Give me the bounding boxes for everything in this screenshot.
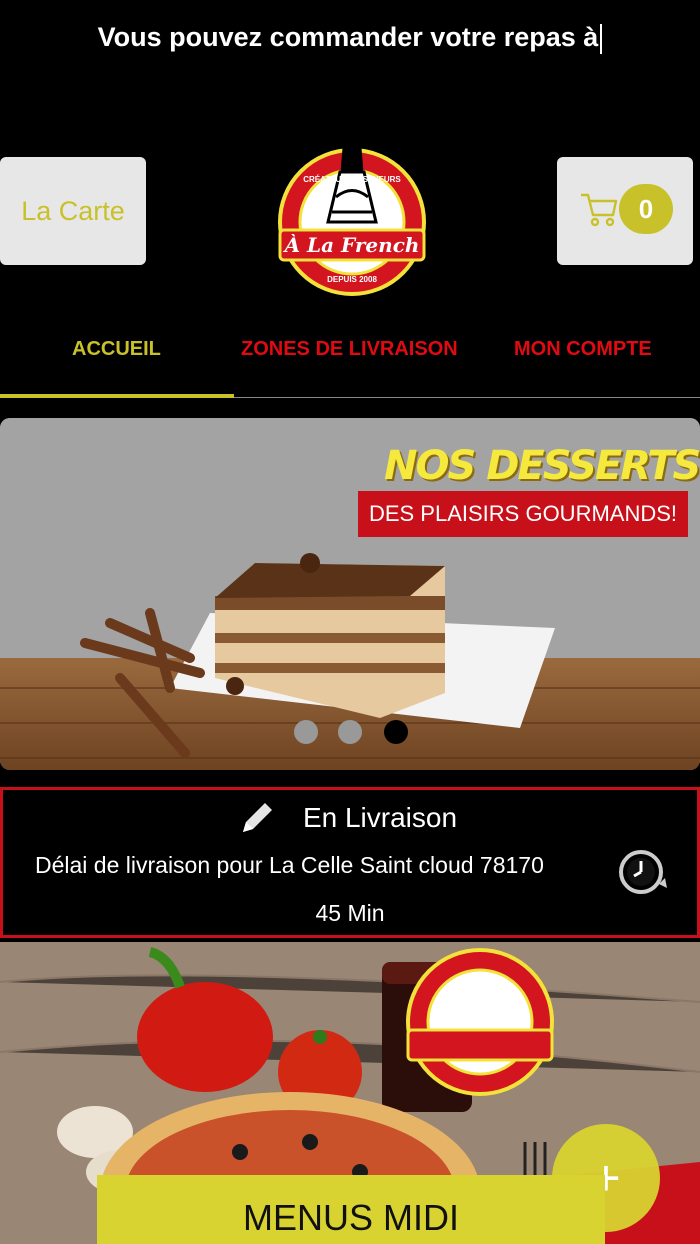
dessert-banner-carousel[interactable]: NOS DESSERTS DES PLAISIRS GOURMANDS! <box>0 418 700 770</box>
active-tab-indicator <box>0 394 234 398</box>
cart-count-badge: 0 <box>619 184 673 234</box>
logo-bottom-text: DEPUIS 2008 <box>327 275 377 284</box>
menus-midi-label[interactable]: MENUS MIDI <box>97 1175 605 1244</box>
tab-zones-de-livraison[interactable]: ZONES DE LIVRAISON <box>241 338 458 361</box>
carousel-dots <box>290 720 420 746</box>
clock-icon <box>619 850 667 894</box>
main-nav-tabs: ACCUEIL ZONES DE LIVRAISON MON COMPTE <box>0 322 700 398</box>
carousel-dot-2[interactable] <box>338 720 362 744</box>
delivery-delay-text: Délai de livraison pour La Celle Saint c… <box>35 852 544 878</box>
la-carte-button[interactable]: La Carte <box>0 157 146 265</box>
carousel-dot-1[interactable] <box>294 720 318 744</box>
menus-midi-card[interactable]: + MENUS MIDI <box>0 942 700 1244</box>
a-la-french-logo[interactable]: À La French CRÉATEUR DE SAVEURS DEPUIS 2… <box>272 112 432 297</box>
tab-mon-compte[interactable]: MON COMPTE <box>514 338 652 361</box>
carousel-dot-3[interactable] <box>384 720 408 744</box>
logo-top-text: CRÉATEUR DE SAVEURS <box>303 175 401 184</box>
logo-brand: À La French <box>283 233 420 257</box>
banner-subtitle: DES PLAISIRS GOURMANDS! <box>358 491 688 537</box>
order-marquee: Vous pouvez commander votre repas à <box>0 22 700 62</box>
text-caret <box>600 23 603 54</box>
banner-title: NOS DESSERTS <box>384 443 700 489</box>
tab-accueil[interactable]: ACCUEIL <box>72 338 161 361</box>
delivery-time: 45 Min <box>315 900 385 926</box>
cart-button[interactable]: 0 <box>557 157 693 265</box>
marquee-text: Vous pouvez commander votre repas à <box>97 22 599 52</box>
cart-icon <box>581 193 618 227</box>
delivery-info-box[interactable]: En Livraison Délai de livraison pour La … <box>0 787 700 938</box>
delivery-mode: En Livraison <box>302 802 458 833</box>
la-carte-label: La Carte <box>21 195 125 226</box>
